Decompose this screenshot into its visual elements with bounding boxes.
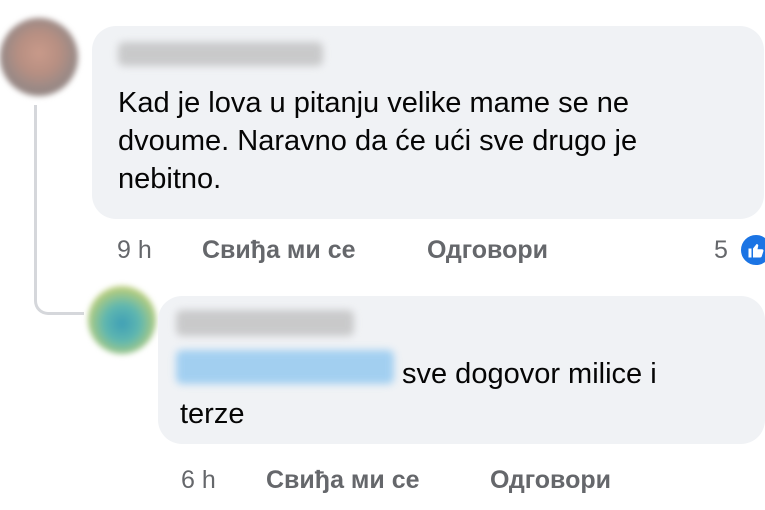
avatar[interactable] [0,18,78,96]
commenter-name-blurred[interactable] [176,310,354,336]
reply-text: sve dogovor milice i [402,358,657,390]
reply-text-continued: terze [180,398,245,430]
reply-timestamp[interactable]: 6 h [181,466,216,495]
commenter-name-blurred[interactable] [118,42,323,66]
avatar[interactable] [88,286,156,354]
thumbs-up-icon[interactable] [738,232,765,268]
reaction-count[interactable]: 5 [714,236,728,265]
comment-timestamp[interactable]: 9 h [117,236,152,265]
mention-link-blurred[interactable] [176,350,394,384]
reply-thread-line [34,105,84,315]
like-button[interactable]: Свиђа ми се [202,236,356,265]
reply-button[interactable]: Одговори [490,466,611,495]
comment-text: Kad je lova u pitanju velike mame se ne … [118,87,638,195]
like-button[interactable]: Свиђа ми се [266,466,420,495]
reply-button[interactable]: Одговори [427,236,548,265]
